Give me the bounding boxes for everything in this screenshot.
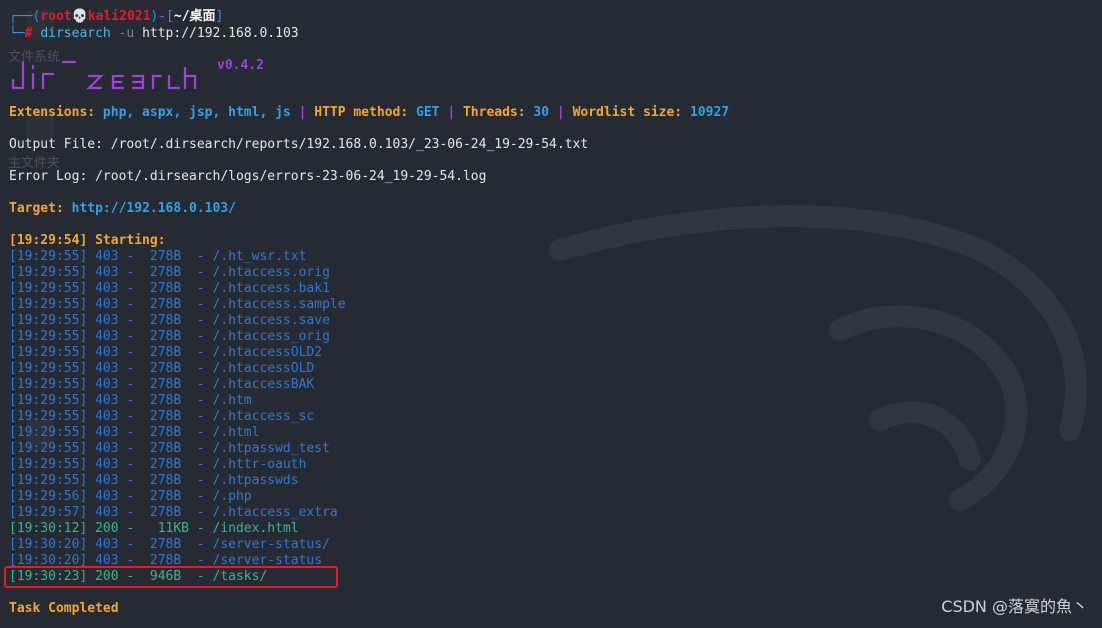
extensions-label: Extensions: bbox=[9, 105, 96, 120]
wordlist-label: Wordlist size: bbox=[572, 105, 683, 120]
target-label: Target: bbox=[9, 201, 64, 216]
result-row: [19:30:20] 403 - 278B - /server-status/ bbox=[9, 537, 330, 552]
threads-label: Threads: bbox=[462, 105, 526, 120]
result-row: [19:29:55] 403 - 278B - /.htm bbox=[9, 393, 252, 408]
dirsearch-logo bbox=[11, 60, 197, 90]
method-value: GET bbox=[416, 105, 440, 120]
result-row: [19:30:20] 403 - 278B - /server-status bbox=[9, 553, 323, 568]
prompt-directory: ~/桌面 bbox=[173, 9, 216, 24]
starting-line: [19:29:54] Starting: bbox=[9, 233, 166, 248]
command-line: └─# dirsearch -u http://192.168.0.103 bbox=[9, 26, 299, 42]
prompt-frame-end: ] bbox=[215, 9, 224, 24]
result-row: [19:29:55] 403 - 278B - /.htpasswd_test bbox=[9, 441, 330, 456]
result-row: [19:29:55] 403 - 278B - /.htpasswds bbox=[9, 473, 299, 488]
prompt-hash: # bbox=[24, 26, 33, 41]
separator: | bbox=[556, 105, 565, 120]
result-row: [19:29:55] 403 - 278B - /.htaccess_orig bbox=[9, 329, 330, 344]
target-url: http://192.168.0.103/ bbox=[71, 201, 236, 216]
command-flag: -u bbox=[118, 26, 135, 41]
result-row: [19:29:55] 403 - 278B - /.httr-oauth bbox=[9, 457, 307, 472]
result-row: [19:29:55] 403 - 278B - /.htaccess.bak1 bbox=[9, 281, 330, 296]
output-file-line: Output File: /root/.dirsearch/reports/19… bbox=[9, 137, 589, 152]
command-url: http://192.168.0.103 bbox=[142, 26, 299, 41]
wordlist-value: 10927 bbox=[689, 105, 730, 120]
result-row: [19:29:55] 403 - 278B - /.htaccess.sampl… bbox=[9, 297, 346, 312]
version-label: v0.4.2 bbox=[217, 58, 264, 73]
threads-value: 30 bbox=[533, 105, 550, 120]
result-row: [19:29:57] 403 - 278B - /.htaccess_extra bbox=[9, 505, 338, 520]
separator: | bbox=[447, 105, 456, 120]
method-label: HTTP method: bbox=[314, 105, 409, 120]
prompt-frame-bottom: └─ bbox=[9, 26, 25, 41]
result-row: [19:29:55] 403 - 278B - /.htaccess_sc bbox=[9, 409, 315, 424]
result-row: [19:29:55] 403 - 278B - /.ht_wsr.txt bbox=[9, 249, 307, 264]
result-row: [19:30:12] 200 - 11KB - /index.html bbox=[9, 521, 299, 536]
terminal-output: ┌──(root💀kali2021)-[~/桌面] └─# dirsearch … bbox=[9, 0, 1102, 628]
separator: | bbox=[298, 105, 307, 120]
result-row: [19:29:55] 403 - 278B - /.htaccess.save bbox=[9, 313, 330, 328]
result-row-tasks: [19:30:23] 200 - 946B - /tasks/ bbox=[9, 569, 268, 584]
error-log-line: Error Log: /root/.dirsearch/logs/errors-… bbox=[9, 169, 487, 184]
result-row: [19:29:55] 403 - 278B - /.htaccessBAK bbox=[9, 377, 315, 392]
result-row: [19:29:55] 403 - 278B - /.htaccess.orig bbox=[9, 265, 330, 280]
task-completed-line: Task Completed bbox=[9, 601, 119, 616]
result-row: [19:29:55] 403 - 278B - /.html bbox=[9, 425, 260, 440]
config-line: Extensions: php, aspx, jsp, html, js | H… bbox=[9, 105, 729, 121]
result-row: [19:29:55] 403 - 278B - /.htaccessOLD bbox=[9, 361, 315, 376]
result-row: [19:29:55] 403 - 278B - /.htaccessOLD2 bbox=[9, 345, 323, 360]
prompt-frame-mid: )-[ bbox=[150, 9, 174, 24]
extensions-value: php, aspx, jsp, html, js bbox=[102, 105, 291, 120]
prompt-line: ┌──(root💀kali2021)-[~/桌面] bbox=[9, 9, 223, 25]
target-line: Target: http://192.168.0.103/ bbox=[9, 201, 236, 217]
command-name: dirsearch bbox=[40, 26, 111, 41]
prompt-user-host: root💀kali2021 bbox=[40, 9, 151, 24]
result-row: [19:29:56] 403 - 278B - /.php bbox=[9, 489, 252, 504]
watermark: CSDN @落寞的魚丶 bbox=[941, 597, 1088, 616]
prompt-frame-top: ┌──( bbox=[9, 9, 41, 24]
